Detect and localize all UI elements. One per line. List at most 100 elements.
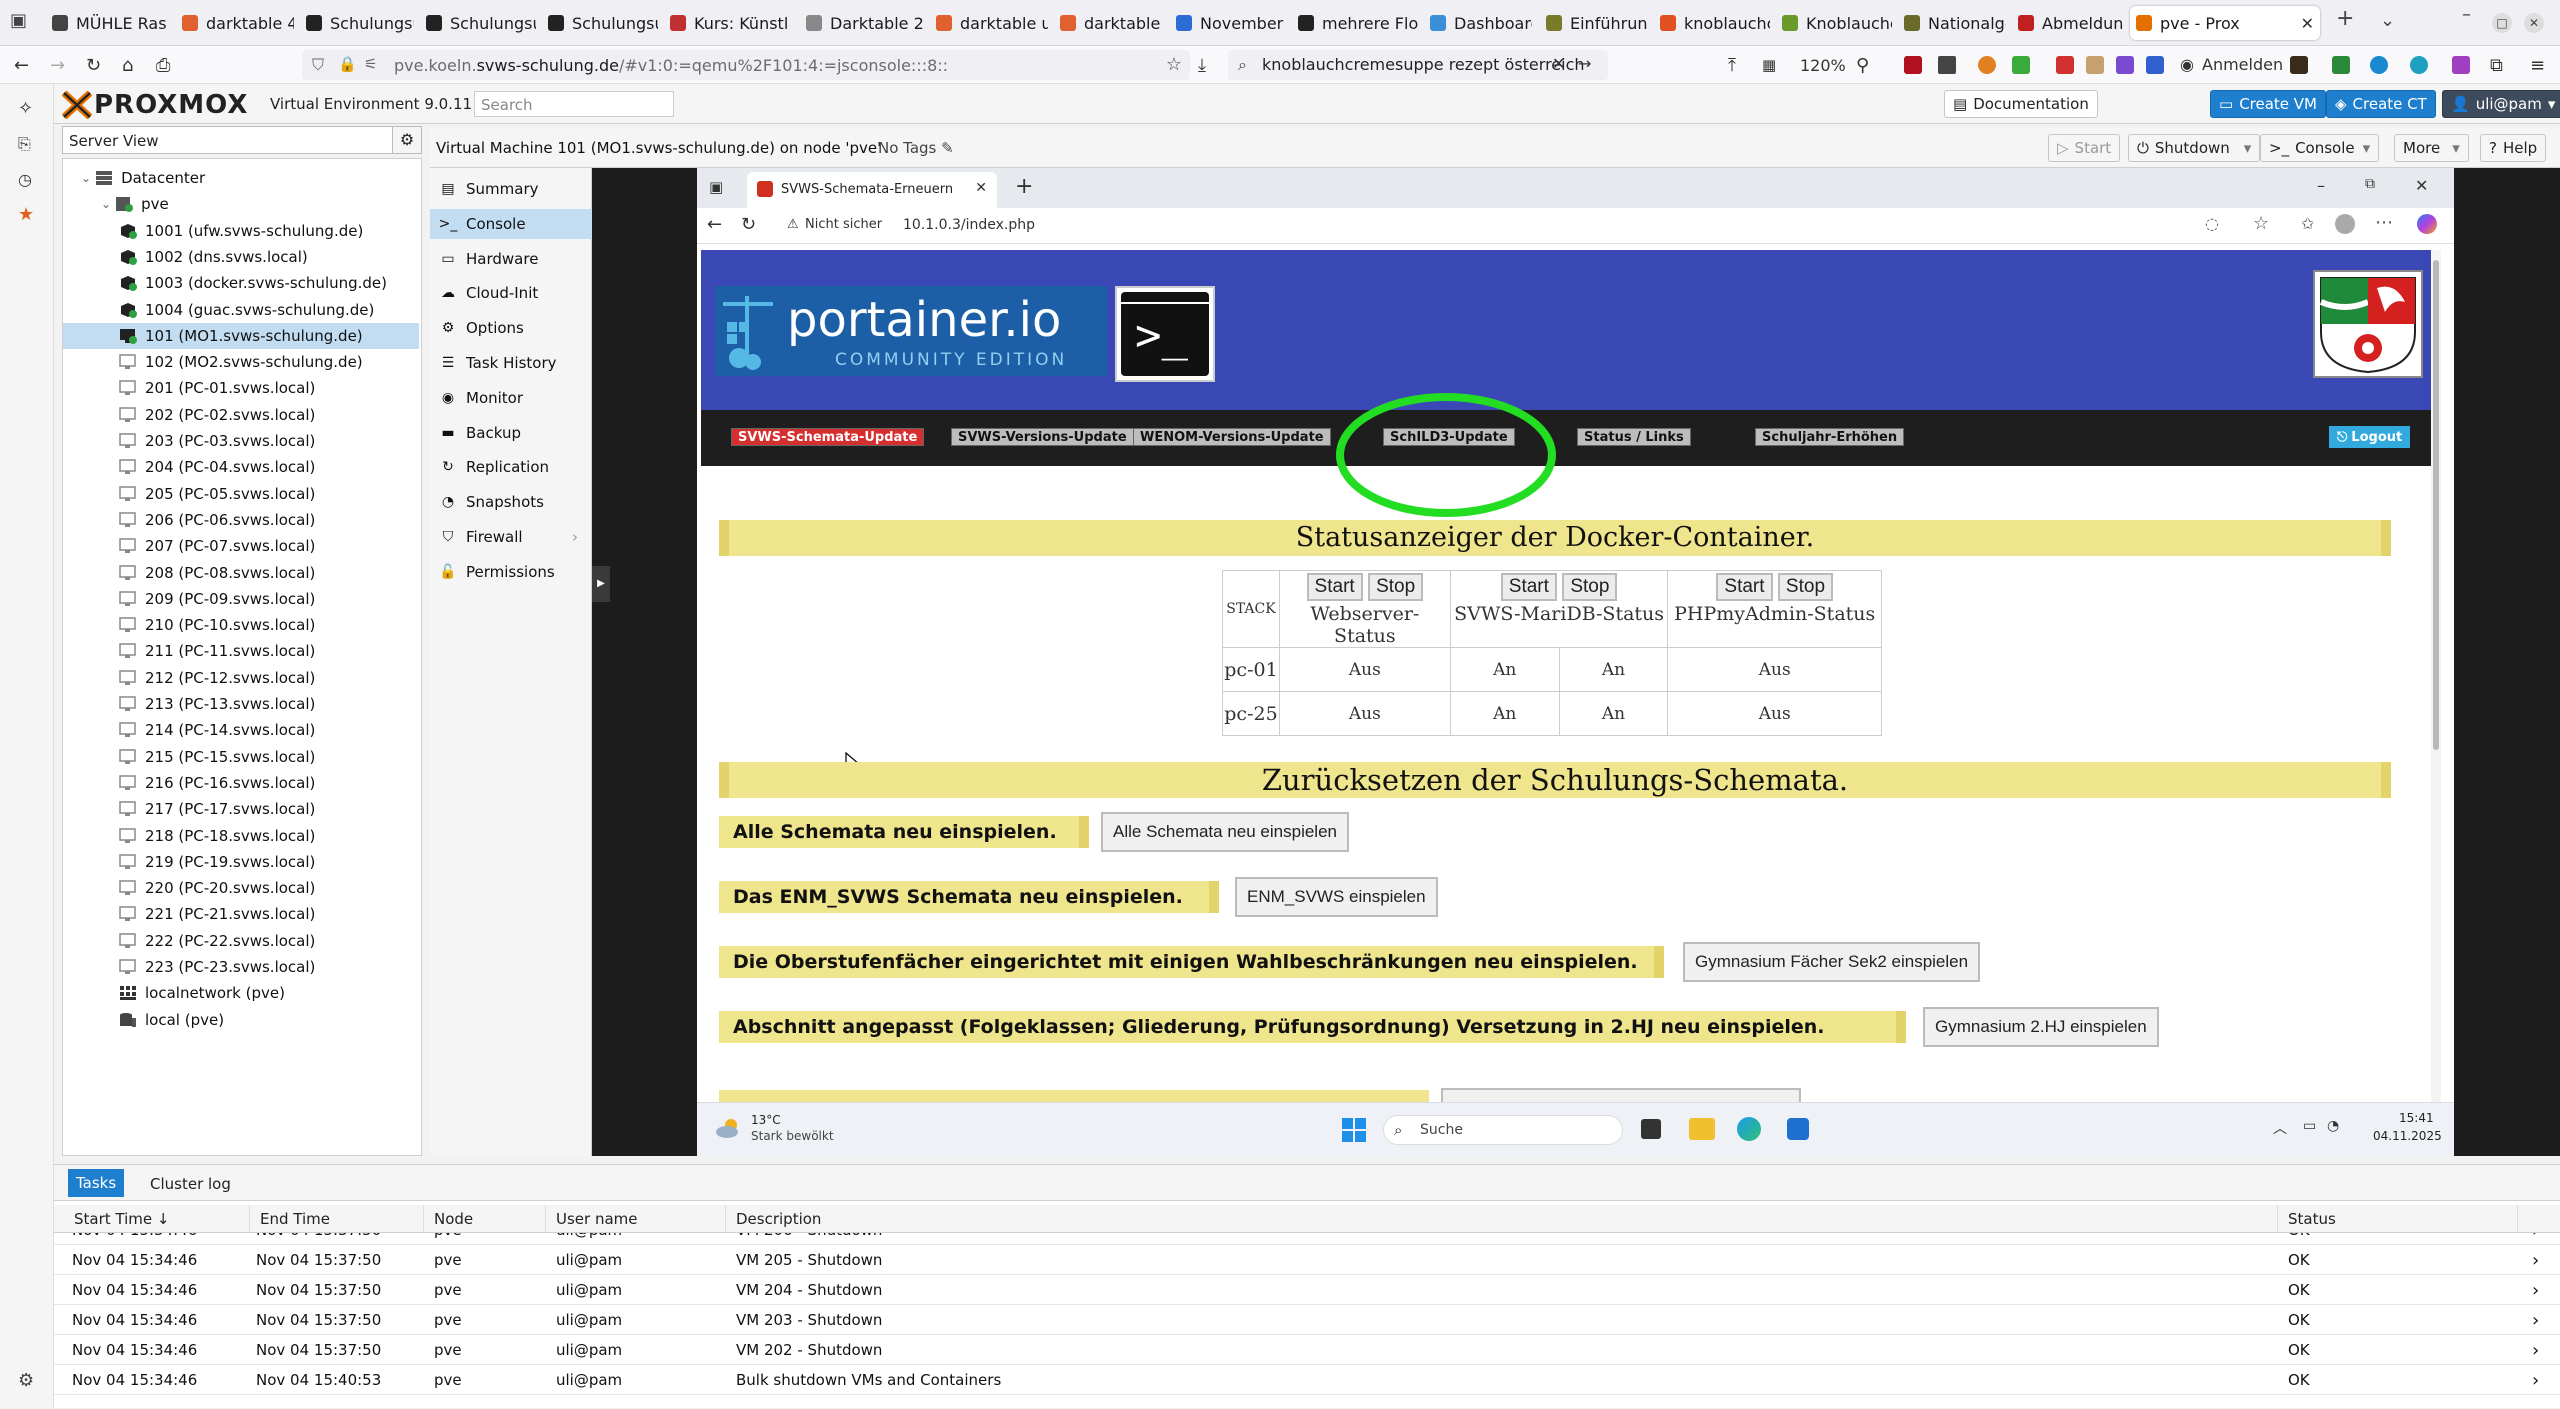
tab-actions-icon[interactable]: ▣ [709, 178, 723, 196]
addon10-icon[interactable] [2410, 56, 2428, 74]
submenu-item-firewall[interactable]: ⛉ Firewall › [430, 522, 592, 552]
portainer-logo[interactable]: portainer.io COMMUNITY EDITION [715, 286, 1107, 376]
minimize-icon[interactable]: – [2317, 176, 2325, 195]
tree-node[interactable]: localnetwork (pve) [63, 980, 419, 1006]
cut-off-button[interactable] [1441, 1088, 1801, 1102]
sidebar-icon[interactable] [1938, 56, 1956, 74]
browser-tab[interactable]: Schulungsun [420, 6, 536, 40]
extensions-icon[interactable]: ⚲ [1856, 55, 1869, 76]
forward-icon[interactable]: → [50, 55, 65, 76]
task-row[interactable]: Nov 04 15:34:46 Nov 04 15:37:50 pve uli@pam… [54, 1245, 2560, 1275]
documentation-button[interactable]: ▤ Documentation [1944, 90, 2098, 118]
task-row[interactable]: Nov 04 15:34:46 Nov 04 15:40:53 pve uli@pam… [54, 1365, 2560, 1395]
webnav-button[interactable]: Schuljahr-Erhöhen [1755, 428, 1905, 446]
screenshot-icon[interactable]: ⤒ [1728, 55, 1736, 76]
clock-date[interactable]: 04.11.2025 [2373, 1129, 2442, 1143]
edge-active-tab[interactable]: SVWS-Schemata-Erneuern ✕ [747, 172, 997, 208]
maximize-icon[interactable]: □ [2492, 13, 2512, 33]
reload-icon[interactable]: ↻ [741, 214, 756, 235]
chevron-right-icon[interactable]: › [2532, 1305, 2539, 1335]
clock-time[interactable]: 15:41 [2399, 1111, 2434, 1125]
profile-avatar[interactable] [2335, 214, 2355, 234]
browser-tab[interactable]: darktable 4.8 [176, 6, 294, 40]
webserver-start-button[interactable]: Start [1306, 573, 1363, 601]
task-row[interactable]: Nov 04 15:34:46 Nov 04 15:37:50 pve uli@pam… [54, 1275, 2560, 1305]
volume-icon[interactable]: ◔ [2327, 1118, 2339, 1134]
browser-tab[interactable]: knoblauchcr [1654, 6, 1770, 40]
tree-node[interactable]: ⌄ pve [63, 191, 419, 217]
tab-cluster-log[interactable]: Cluster log [150, 1175, 231, 1193]
account-icon[interactable]: ◉ [2180, 55, 2194, 74]
addon6-icon[interactable] [2146, 56, 2164, 74]
new-tab-button[interactable]: + [2336, 6, 2354, 31]
tree-node[interactable]: 1001 (ufw.svws-schulung.de) [63, 218, 419, 244]
start-button[interactable]: ▷ Start [2048, 134, 2121, 162]
history-icon[interactable]: ◷ [18, 170, 32, 189]
browser-tab[interactable]: mehrere Flo [1292, 6, 1418, 40]
bookmarks-icon[interactable]: ★ [18, 204, 34, 225]
tree-node[interactable]: 214 (PC-14.svws.local) [63, 717, 419, 743]
address-bar[interactable]: ⛉ 🔒 ⚟ pve.koeln.svws-schulung.de/#v1:0:=… [302, 50, 1190, 80]
bookmark-star-icon[interactable]: ☆ [1166, 54, 1182, 75]
download-icon[interactable]: ⤓ [1198, 55, 1206, 76]
translate-icon[interactable]: ▦ [1762, 56, 1776, 74]
create-vm-button[interactable]: ▭ Create VM [2210, 90, 2326, 118]
addon4-icon[interactable] [2086, 56, 2104, 74]
more-button[interactable]: More ▾ [2394, 134, 2469, 162]
addon11-icon[interactable] [2452, 56, 2470, 74]
col-status[interactable]: Status [2278, 1205, 2518, 1233]
tree-node[interactable]: 1004 (guac.svws-schulung.de) [63, 297, 419, 323]
submenu-item-hardware[interactable]: ▭ Hardware [430, 244, 592, 274]
tree-node[interactable]: local (pve) [63, 1007, 419, 1033]
tree-node[interactable]: 202 (PC-02.svws.local) [63, 402, 419, 428]
webnav-button[interactable]: SVWS-Versions-Update [951, 428, 1134, 446]
phpmyadmin-stop-button[interactable]: Stop [1777, 573, 1834, 601]
browser-tab[interactable]: Darktable 2 Wor [800, 6, 924, 40]
task-view-icon[interactable] [1641, 1119, 1661, 1139]
console-sidebar-toggle[interactable]: ▶ [592, 566, 610, 602]
mariadb-start-button[interactable]: Start [1500, 573, 1557, 601]
browser-tab[interactable]: Dashboard [1424, 6, 1532, 40]
tree-node[interactable]: 220 (PC-20.svws.local) [63, 875, 419, 901]
restore-icon[interactable]: ⧉ [2365, 176, 2375, 192]
settings-icon[interactable]: ⚙ [18, 1370, 34, 1391]
not-secure-label[interactable]: Nicht sicher [805, 217, 882, 232]
col-description[interactable]: Description [726, 1205, 2278, 1233]
submenu-item-replication[interactable]: ↻ Replication [430, 452, 592, 482]
tree-node[interactable]: 212 (PC-12.svws.local) [63, 665, 419, 691]
submenu-item-snapshots[interactable]: ◔ Snapshots [430, 487, 592, 517]
print-icon[interactable]: ⎙ [156, 55, 170, 76]
browser-tab[interactable]: Abmeldung [2012, 6, 2124, 40]
view-selector[interactable]: Server View ▾ [62, 126, 418, 154]
tree-node[interactable]: 219 (PC-19.svws.local) [63, 849, 419, 875]
browser-tab[interactable]: Schulungsun [300, 6, 414, 40]
logout-button[interactable]: ⎋ Logout [2329, 426, 2411, 448]
not-secure-icon[interactable]: ⚠ [787, 217, 799, 232]
col-start-time[interactable]: Start Time ↓ [64, 1205, 250, 1233]
submenu-item-console[interactable]: >_ Console [430, 208, 592, 239]
addon7-icon[interactable] [2290, 56, 2308, 74]
back-icon[interactable]: ← [707, 214, 722, 235]
tree-node[interactable]: 215 (PC-15.svws.local) [63, 744, 419, 770]
browser-tab[interactable]: darktable us [930, 6, 1048, 40]
page-scrollbar[interactable] [2431, 250, 2441, 1102]
addon2-icon[interactable] [2012, 56, 2030, 74]
help-button[interactable]: ? Help [2480, 134, 2547, 162]
tree-node[interactable]: 204 (PC-04.svws.local) [63, 454, 419, 480]
ublock-icon[interactable] [1904, 56, 1922, 74]
new-tab-icon[interactable]: + [1015, 174, 1033, 199]
store-icon[interactable] [1787, 1118, 1809, 1140]
tree-node[interactable]: 201 (PC-01.svws.local) [63, 375, 419, 401]
tree-node[interactable]: 216 (PC-16.svws.local) [63, 770, 419, 796]
windows-start-icon[interactable] [1341, 1117, 1367, 1143]
tree-node[interactable]: 208 (PC-08.svws.local) [63, 560, 419, 586]
tab-list-icon[interactable]: ▣ [10, 10, 27, 31]
tab-overflow-icon[interactable]: ⌄ [2380, 10, 2395, 31]
tree-node[interactable]: 217 (PC-17.svws.local) [63, 796, 419, 822]
chevron-right-icon[interactable]: › [2532, 1233, 2539, 1245]
expand-chevron-icon[interactable]: ⌄ [101, 197, 111, 211]
tray-chevron-icon[interactable]: ︿ [2273, 1118, 2287, 1138]
chevron-right-icon[interactable]: › [2532, 1245, 2539, 1275]
edge-address[interactable]: 10.1.0.3/index.php [903, 217, 1035, 233]
browser-tab[interactable]: Kurs: Künstl [664, 6, 794, 40]
